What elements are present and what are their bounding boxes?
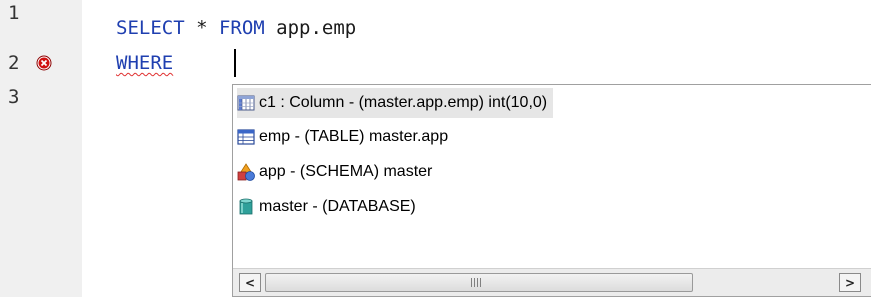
autocomplete-item-database[interactable]: master - (DATABASE) [237, 192, 422, 222]
operator-star: * [184, 17, 219, 39]
chevron-right-icon: > [844, 275, 856, 290]
chevron-left-icon: < [244, 275, 256, 290]
scroll-thumb[interactable] [265, 273, 693, 292]
scroll-left-button[interactable]: < [239, 273, 261, 292]
schema-icon [237, 163, 255, 181]
autocomplete-item-label: app - (SCHEMA) master [259, 163, 433, 180]
text-caret [234, 49, 236, 77]
autocomplete-item-label: c1 : Column - (master.app.emp) int(10,0) [259, 94, 548, 111]
keyword-from: FROM [218, 17, 265, 39]
line-number-3: 3 [8, 86, 20, 108]
table-icon [237, 129, 255, 145]
line-number-gutter [0, 0, 82, 297]
code-line-2[interactable]: WHERE [116, 52, 173, 74]
line-number-2: 2 [8, 52, 20, 74]
column-icon [237, 95, 255, 111]
scroll-right-button[interactable]: > [839, 273, 861, 292]
autocomplete-item-label: master - (DATABASE) [259, 198, 416, 215]
keyword-select: SELECT [116, 17, 185, 39]
grip-icon [471, 278, 483, 287]
database-icon [239, 198, 253, 215]
horizontal-scrollbar[interactable]: < > [233, 268, 871, 296]
line-number-1: 1 [8, 2, 20, 24]
table-reference: app.emp [264, 17, 357, 39]
error-circle-x-icon[interactable] [36, 55, 52, 71]
autocomplete-popup[interactable]: c1 : Column - (master.app.emp) int(10,0)… [232, 84, 871, 297]
keyword-where: WHERE [116, 52, 174, 74]
code-line-1[interactable]: SELECT * FROM app.emp [116, 17, 356, 39]
autocomplete-item-schema[interactable]: app - (SCHEMA) master [237, 157, 438, 187]
autocomplete-item-column[interactable]: c1 : Column - (master.app.emp) int(10,0) [237, 88, 554, 118]
sql-editor[interactable]: 1 2 3 SELECT * FROM app.emp WHERE c1 : C… [0, 0, 871, 297]
autocomplete-item-label: emp - (TABLE) master.app [259, 128, 449, 145]
autocomplete-item-table[interactable]: emp - (TABLE) master.app [237, 122, 454, 152]
